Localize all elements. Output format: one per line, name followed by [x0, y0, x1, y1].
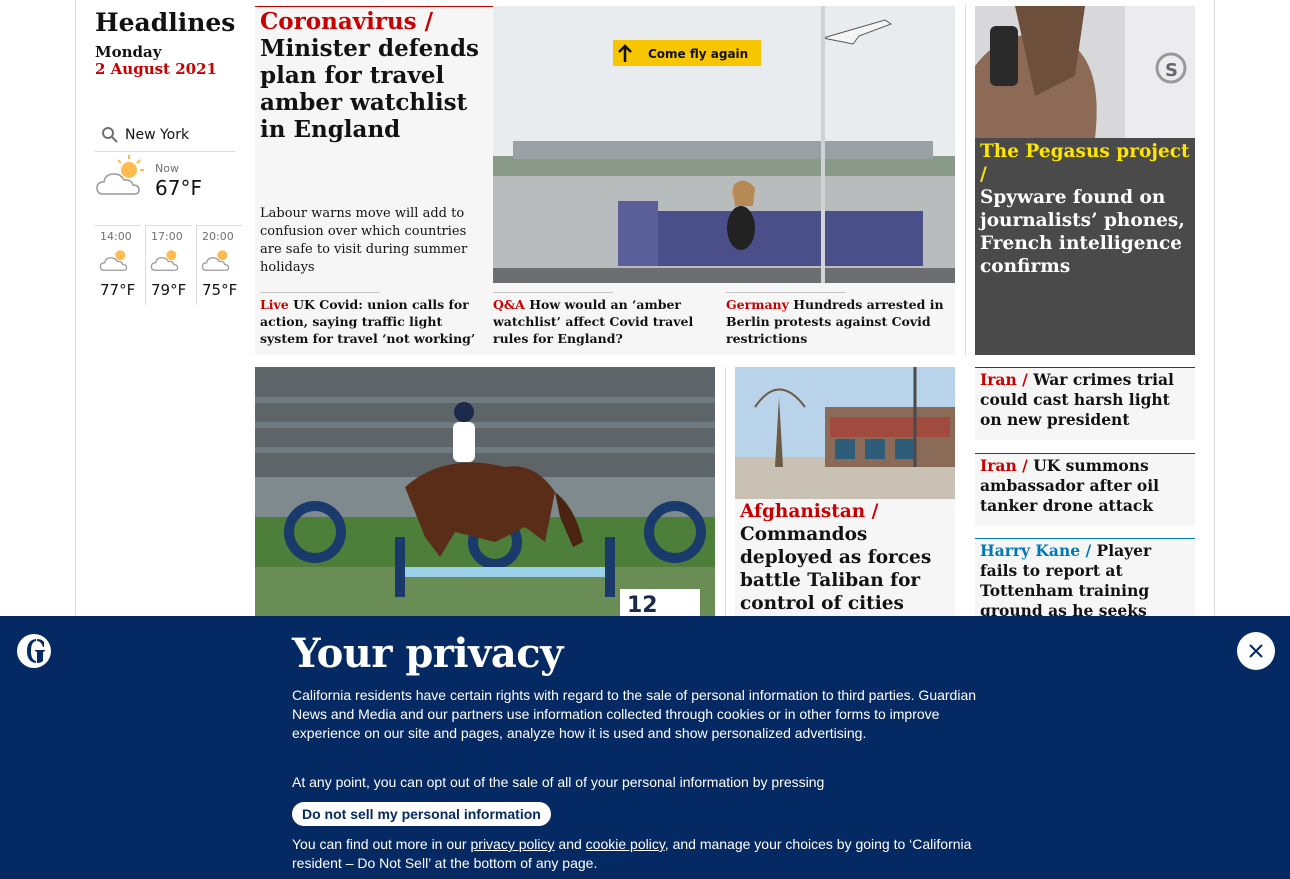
sublink-live[interactable]: Live UK Covid: union calls for action, s…	[260, 296, 482, 347]
divider	[493, 292, 613, 293]
do-not-sell-button[interactable]: Do not sell my personal information	[292, 802, 551, 826]
sublink-text: UK Covid: union calls for action, saying…	[260, 297, 476, 346]
story-headline: Iran / UK summons ambassador after oil t…	[980, 456, 1192, 516]
section-heading: Headlines	[95, 8, 236, 37]
close-icon	[1249, 644, 1263, 658]
story-card-iran-2[interactable]: Iran / UK summons ambassador after oil t…	[975, 453, 1195, 526]
column-divider	[965, 6, 966, 355]
guardian-logo-icon	[17, 634, 51, 668]
top-story-image[interactable]: Come fly again	[493, 6, 955, 283]
forecast-time: 20:00	[202, 230, 234, 243]
story-kicker: Harry Kane /	[980, 541, 1092, 560]
sublink-kicker: Q&A	[493, 297, 525, 312]
weather-now-label: Now	[155, 162, 179, 175]
airport-sign-text: Come fly again	[648, 47, 748, 61]
column-divider	[725, 367, 726, 617]
story-headline: Iran / War crimes trial could cast harsh…	[980, 370, 1192, 430]
top-story-headline[interactable]: Coronavirus / Minister defends plan for …	[260, 8, 485, 143]
privacy-policy-link[interactable]: privacy policy	[471, 836, 555, 852]
divider	[726, 292, 846, 293]
afghanistan-image[interactable]	[735, 367, 955, 499]
weather-location: New York	[125, 126, 190, 143]
afghanistan-title: Commandos deployed as forces battle Tali…	[740, 524, 932, 614]
svg-text:S: S	[1165, 60, 1178, 81]
forecast-item: 14:00 77°F	[95, 225, 141, 305]
privacy-body: California residents have certain rights…	[292, 687, 977, 741]
forecast-item: 20:00 75°F	[196, 225, 242, 305]
partly-cloudy-icon	[96, 155, 144, 195]
privacy-title: Your privacy	[292, 630, 563, 677]
afghanistan-kicker: Afghanistan /	[740, 501, 879, 522]
phone-call-photo: S	[975, 6, 1195, 138]
forecast-temp: 75°F	[202, 281, 238, 299]
story-card-iran-1[interactable]: Iran / War crimes trial could cast harsh…	[975, 367, 1195, 440]
top-story-title: Minister defends plan for travel amber w…	[260, 35, 479, 143]
partly-cloudy-icon	[150, 250, 179, 271]
forecast-item: 17:00 79°F	[145, 225, 191, 305]
cookie-policy-link[interactable]: cookie policy	[586, 836, 665, 852]
airport-lounge-photo: Come fly again	[493, 6, 955, 283]
story-kicker: Iran /	[980, 456, 1028, 475]
story-card-harry-kane[interactable]: Harry Kane / Player fails to report at T…	[975, 538, 1195, 640]
privacy-more-info-and: and	[554, 836, 586, 852]
privacy-more-info: You can find out more in our privacy pol…	[292, 835, 1002, 873]
privacy-more-info-pre: You can find out more in our	[292, 836, 471, 852]
showjumping-image[interactable]: 12	[255, 367, 715, 617]
top-story-kicker: Coronavirus /	[260, 8, 434, 35]
sublink-qa[interactable]: Q&A How would an ‘amber watchlist’ affec…	[493, 296, 713, 347]
sublink-kicker: Germany	[726, 297, 789, 312]
pegasus-title: Spyware found on journalists’ phones, Fr…	[980, 187, 1185, 277]
weather-location-search[interactable]: New York	[95, 118, 235, 152]
forecast-temp: 79°F	[151, 281, 187, 299]
privacy-opt-out-text: At any point, you can opt out of the sal…	[292, 774, 825, 790]
sublink-germany[interactable]: Germany Hundreds arrested in Berlin prot…	[726, 296, 948, 347]
partly-cloudy-icon	[99, 250, 128, 271]
story-kicker: Iran /	[980, 370, 1028, 389]
fence-number: 12	[627, 593, 658, 617]
pegasus-image[interactable]: S	[975, 6, 1195, 138]
privacy-banner: Your privacy California residents have c…	[0, 616, 1290, 879]
pegasus-headline[interactable]: The Pegasus project / Spyware found on j…	[980, 140, 1192, 278]
close-privacy-button[interactable]	[1237, 632, 1275, 670]
top-story-standfirst: Labour warns move will add to confusion …	[260, 206, 468, 275]
forecast-time: 14:00	[100, 230, 132, 243]
pegasus-kicker: The Pegasus project /	[980, 141, 1190, 185]
search-icon	[102, 126, 118, 143]
partly-cloudy-icon	[201, 250, 230, 271]
afghanistan-headline[interactable]: Afghanistan / Commandos deployed as forc…	[740, 500, 952, 615]
forecast-temp: 77°F	[100, 281, 136, 299]
weather-now: Now 67°F	[95, 152, 235, 224]
sublink-kicker: Live	[260, 297, 289, 312]
forecast-time: 17:00	[151, 230, 183, 243]
divider	[260, 292, 380, 293]
date-full: 2 August 2021	[95, 60, 217, 78]
weather-now-temp: 67°F	[155, 176, 202, 200]
date-day: Monday	[95, 43, 162, 61]
street-photo	[735, 367, 955, 499]
showjumping-photo: 12	[255, 367, 715, 617]
